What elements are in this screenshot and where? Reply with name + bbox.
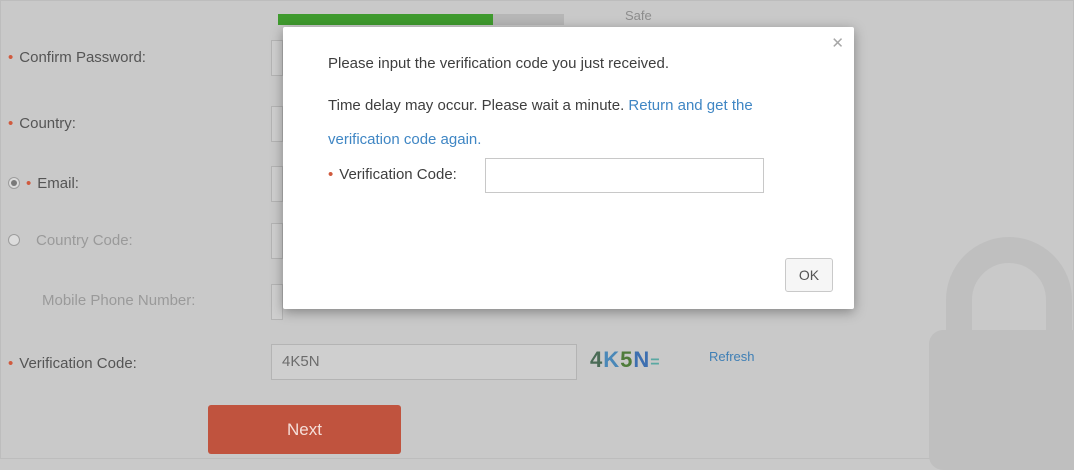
confirm-password-row-label: • Confirm Password: [8,49,146,66]
dialog-delay-message: Time delay may occur. Please wait a minu… [328,97,625,114]
email-label: Email: [37,175,79,192]
password-strength-fill [278,14,493,25]
captcha-char: 5 [620,347,634,372]
required-marker: • [8,355,14,372]
country-label: Country: [19,115,76,132]
country-row-label: • Country: [8,115,76,132]
captcha-image: 4K5N= [590,347,661,373]
email-radio[interactable] [8,177,20,189]
lock-icon [929,237,1074,470]
close-icon[interactable]: ✕ [831,34,844,52]
verification-dialog: ✕ Please input the verification code you… [283,27,854,309]
confirm-password-label: Confirm Password: [19,49,146,66]
captcha-char: K [603,347,621,372]
country-select[interactable] [271,106,283,142]
dialog-delay-text: Time delay may occur. Please wait a minu… [328,89,818,157]
ok-button[interactable]: OK [785,258,833,292]
dialog-instruction: Please input the verification code you j… [328,55,670,72]
country-code-row-label: Country Code: [8,232,133,249]
confirm-password-input[interactable] [271,40,283,76]
email-row-label: • Email: [8,175,79,192]
required-marker: • [26,175,32,192]
verification-row-label: • Verification Code: [8,355,137,372]
mobile-phone-input[interactable] [271,284,283,320]
country-code-label: Country Code: [36,232,133,249]
captcha-char: = [650,354,661,371]
verification-input[interactable]: 4K5N [271,344,577,380]
dialog-code-row-label: • Verification Code: [328,166,457,183]
mobile-phone-label: Mobile Phone Number: [42,292,196,309]
captcha-char: 4 [590,347,604,372]
country-code-select[interactable] [271,223,283,259]
verification-label: Verification Code: [19,355,137,372]
required-marker: • [328,166,334,183]
required-marker: • [8,115,14,132]
phone-radio[interactable] [8,234,20,246]
password-strength-bar [278,14,564,25]
captcha-refresh-link[interactable]: Refresh [709,349,755,364]
dialog-code-label: Verification Code: [339,166,457,183]
password-strength-label: Safe [625,8,652,23]
captcha-char: N [633,347,651,372]
next-button[interactable]: Next [208,405,401,454]
dialog-code-input[interactable] [485,158,764,193]
required-marker: • [8,49,14,66]
email-input[interactable] [271,166,283,202]
